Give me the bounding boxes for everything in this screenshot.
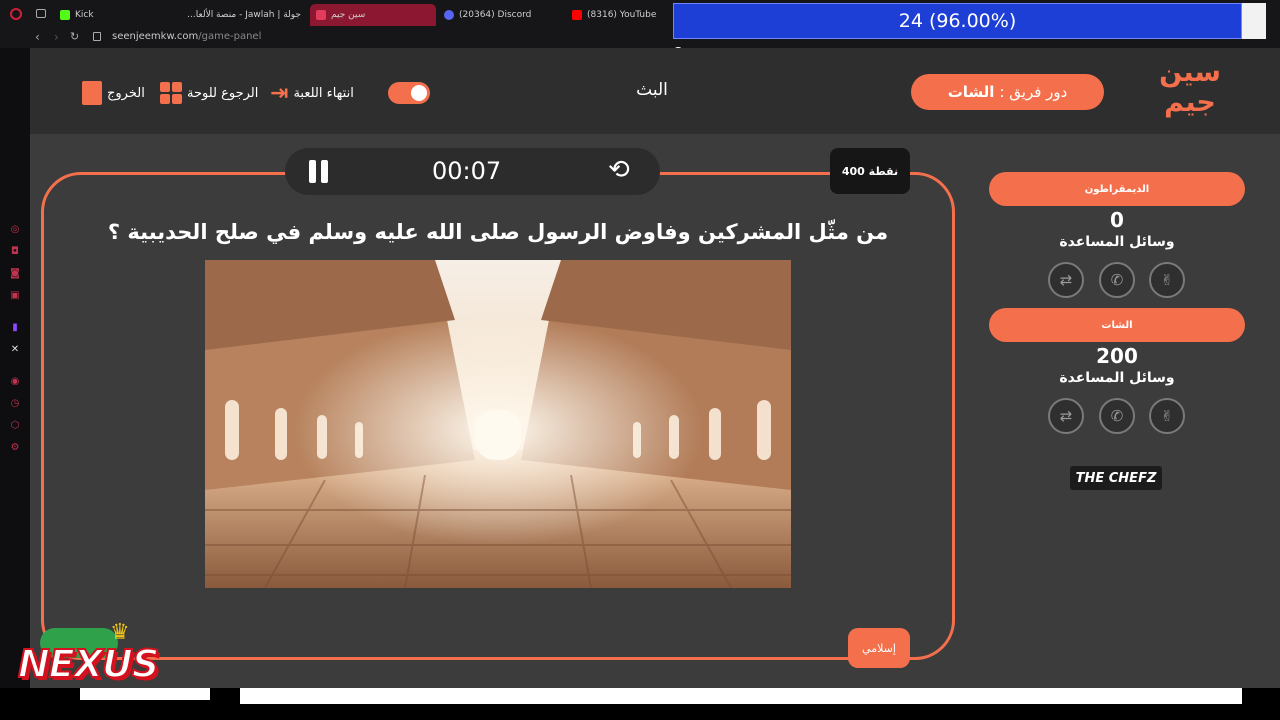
team-turn-badge: دور فريق : الشات (911, 74, 1104, 110)
exit-label: الخروج (107, 85, 145, 101)
grid-icon (160, 82, 182, 104)
logo-line2: جيم (1164, 87, 1216, 118)
youtube-icon (572, 10, 582, 20)
x-icon[interactable]: ✕ (9, 344, 21, 356)
opera-logo-icon[interactable] (10, 8, 22, 20)
end-game-button[interactable]: ⇥ انتهاء اللعبة (270, 80, 354, 106)
pause-icon[interactable] (309, 160, 329, 183)
stream-overlay-bar (0, 688, 1280, 720)
turn-label: دور فريق : (999, 83, 1068, 101)
messenger-icon[interactable]: ◙ (9, 268, 21, 280)
reset-timer-icon[interactable]: ⟲ (608, 155, 630, 185)
kick-icon (60, 10, 70, 20)
toggle-switch[interactable] (388, 82, 430, 104)
exit-door-icon (82, 81, 102, 105)
question-image (205, 260, 791, 588)
poll-text: 24 (96.00%) (898, 10, 1017, 32)
swap-question-icon[interactable]: ⇄ (1048, 398, 1084, 434)
seenjeem-logo[interactable]: سين جيم (1152, 58, 1228, 128)
team-name-badge: الشات (989, 308, 1245, 342)
tab-kick[interactable]: Kick (54, 4, 172, 26)
back-board-label: الرجوع للوحة (187, 85, 259, 101)
tab-label: جولة | Jawlah - منصة الألعا... (187, 10, 301, 20)
sponsor-logo: THE CHEFZ (1070, 466, 1162, 490)
stream-toggle[interactable] (388, 80, 430, 106)
reload-icon[interactable]: ↻ (70, 30, 79, 43)
team-score[interactable]: 0 (989, 208, 1245, 232)
question-timer: 00:07 ⟲ (285, 148, 660, 195)
swap-question-icon[interactable]: ⇄ (1048, 262, 1084, 298)
bag-icon[interactable]: ◘ (9, 246, 21, 258)
phone-icon[interactable]: ✆ (1099, 262, 1135, 298)
toggle-knob (411, 85, 427, 101)
tab-label: (20364) Discord (459, 10, 532, 20)
back-icon[interactable]: ‹ (35, 30, 40, 44)
chatgpt-icon[interactable]: ◎ (9, 224, 21, 236)
two-answers-icon[interactable]: ✌ (1149, 398, 1185, 434)
poll-progress-remainder (1242, 3, 1266, 39)
nexus-logo-text: NEXUS (17, 641, 160, 687)
discord-icon (444, 10, 454, 20)
browser-sidebar: ◎ ◘ ◙ ▣ ▮ ✕ ◉ ◷ ⬡ ⚙ (0, 48, 30, 688)
nexus-logo: ♛ NEXUS (14, 620, 160, 694)
logo-line1: سين (1159, 57, 1221, 88)
url-path: /game-panel (198, 31, 262, 42)
settings-icon[interactable]: ⚙ (9, 442, 21, 454)
mosque-hall-image (205, 260, 791, 588)
team-help-label: وسائل المساعدة (1059, 234, 1175, 250)
back-to-board-button[interactable]: الرجوع للوحة (160, 80, 258, 106)
arrow-in-icon: ⇥ (270, 80, 289, 106)
player-icon[interactable]: ◉ (9, 376, 21, 388)
overlay-bar-segment (240, 688, 1242, 704)
phone-icon[interactable]: ✆ (1099, 398, 1135, 434)
extensions-icon[interactable]: ⬡ (9, 420, 21, 432)
end-game-label: انتهاء اللعبة (293, 85, 354, 101)
twitch-icon[interactable]: ▮ (9, 322, 21, 334)
tab-discord[interactable]: (20364) Discord (438, 4, 564, 26)
category-badge: إسلامي (848, 628, 910, 668)
tab-seenjeem[interactable]: سين جيم (310, 4, 436, 26)
team-score[interactable]: 200 (989, 344, 1245, 368)
tab-youtube[interactable]: (8316) YouTube (566, 4, 670, 26)
music-icon[interactable]: ▣ (9, 290, 21, 302)
team-help-label: وسائل المساعدة (1059, 370, 1175, 386)
stream-label[interactable]: البث (620, 80, 684, 106)
two-answers-icon[interactable]: ✌ (1149, 262, 1185, 298)
seenjeem-icon (316, 10, 326, 20)
url-host: seenjeemkw.com (112, 31, 199, 42)
poll-progress-bar: 24 (96.00%) (673, 3, 1242, 39)
tab-label: Kick (75, 10, 94, 20)
lock-icon (93, 32, 101, 41)
points-badge: 400 نقطة (830, 148, 910, 194)
forward-icon[interactable]: › (54, 30, 59, 44)
turn-team: الشات (947, 83, 995, 101)
exit-button[interactable]: الخروج (82, 80, 145, 106)
url-field[interactable]: seenjeemkw.com/game-panel (112, 31, 261, 42)
history-icon[interactable]: ◷ (9, 398, 21, 410)
team-name-badge: الديمقراطون (989, 172, 1245, 206)
tab-label: (8316) YouTube (587, 10, 657, 20)
workspace-icon[interactable] (36, 9, 46, 18)
tab-label: سين جيم (331, 10, 366, 20)
timer-value: 00:07 (432, 157, 502, 185)
tab-jawlah[interactable]: جولة | Jawlah - منصة الألعا... (182, 4, 306, 26)
question-text: من مثّل المشركين وفاوض الرسول صلى الله ع… (107, 220, 889, 244)
